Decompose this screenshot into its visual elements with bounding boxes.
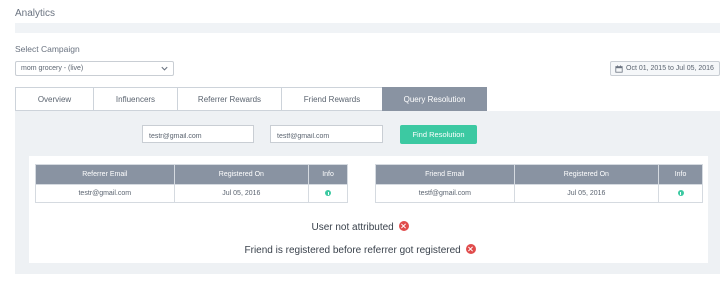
registered-on-cell: Jul 05, 2016 bbox=[513, 184, 660, 203]
registered-on-header: Registered On bbox=[513, 164, 660, 185]
select-campaign-label: Select Campaign bbox=[15, 44, 80, 54]
find-resolution-button[interactable]: Find Resolution bbox=[400, 125, 477, 144]
resolution-message-text: User not attributed bbox=[311, 222, 394, 233]
info-icon[interactable] bbox=[677, 190, 684, 197]
friend-email-input[interactable] bbox=[270, 125, 383, 143]
calendar-icon bbox=[615, 65, 623, 73]
resolution-message: Friend is registered before referrer got… bbox=[0, 244, 720, 256]
registered-on-header: Registered On bbox=[173, 164, 310, 185]
resolution-message-text: Friend is registered before referrer got… bbox=[244, 245, 461, 256]
info-header: Info bbox=[308, 164, 348, 185]
error-x-icon bbox=[398, 221, 409, 231]
referrer-table: Referrer Email Registered On Info testr@… bbox=[35, 164, 348, 203]
registered-on-cell: Jul 05, 2016 bbox=[173, 184, 310, 203]
campaign-select[interactable]: mom grocery - (live) bbox=[15, 61, 174, 76]
tab-overview[interactable]: Overview bbox=[15, 87, 93, 111]
date-range-value: Oct 01, 2015 to Jul 05, 2016 bbox=[626, 65, 714, 72]
campaign-select-value: mom grocery - (live) bbox=[21, 65, 84, 72]
friend-email-cell: testf@gmail.com bbox=[375, 184, 515, 203]
tab-referrer-rewards[interactable]: Referrer Rewards bbox=[177, 87, 281, 111]
header-divider bbox=[15, 23, 720, 33]
date-range-picker[interactable]: Oct 01, 2015 to Jul 05, 2016 bbox=[610, 61, 720, 76]
error-x-icon bbox=[465, 244, 476, 254]
tab-influencers[interactable]: Influencers bbox=[93, 87, 177, 111]
tab-query-resolution[interactable]: Query Resolution bbox=[382, 87, 487, 115]
friend-email-header: Friend Email bbox=[375, 164, 515, 185]
friend-table: Friend Email Registered On Info testf@gm… bbox=[375, 164, 703, 203]
info-icon[interactable] bbox=[325, 190, 332, 197]
table-row: testf@gmail.com Jul 05, 2016 bbox=[375, 184, 703, 203]
table-row: testr@gmail.com Jul 05, 2016 bbox=[35, 184, 348, 203]
analytics-tabs: Overview Influencers Referrer Rewards Fr… bbox=[15, 87, 487, 115]
page-title: Analytics bbox=[15, 8, 56, 19]
app-header: Analytics bbox=[0, 0, 720, 24]
referrer-email-cell: testr@gmail.com bbox=[35, 184, 175, 203]
info-cell bbox=[308, 184, 348, 203]
resolution-message: User not attributed bbox=[0, 221, 720, 233]
referrer-email-input[interactable] bbox=[142, 125, 254, 143]
referrer-email-header: Referrer Email bbox=[35, 164, 175, 185]
tab-friend-rewards[interactable]: Friend Rewards bbox=[281, 87, 382, 111]
info-header: Info bbox=[658, 164, 703, 185]
chevron-down-icon bbox=[161, 66, 168, 71]
info-cell bbox=[658, 184, 703, 203]
